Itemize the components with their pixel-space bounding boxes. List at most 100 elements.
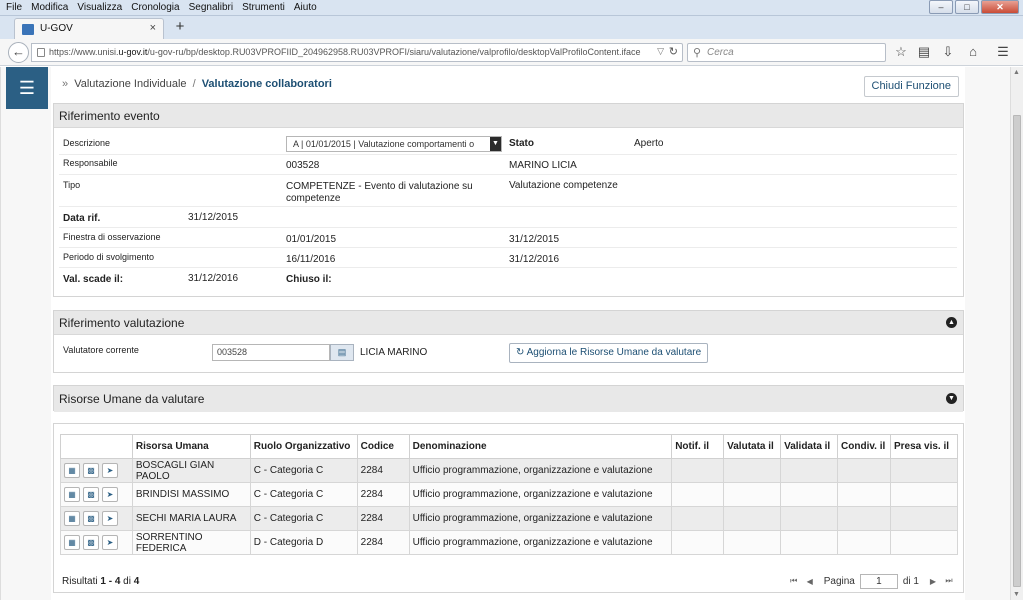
menu-strumenti[interactable]: Strumenti xyxy=(242,0,285,16)
refresh-resources-button[interactable]: ↻ Aggiorna le Risorse Umane da valutare xyxy=(509,343,709,363)
menu-visualizza[interactable]: Visualizza xyxy=(77,0,122,16)
window-close-button[interactable]: ✕ xyxy=(981,0,1019,14)
send-icon[interactable]: ➤ xyxy=(102,463,118,478)
resources-panel-header[interactable]: Risorse Umane da valutare ▼ xyxy=(54,386,963,412)
tab-title: U-GOV xyxy=(40,23,73,34)
results-total: 4 xyxy=(133,576,140,587)
menu-cronologia[interactable]: Cronologia xyxy=(131,0,179,16)
column-codice[interactable]: Codice xyxy=(356,434,410,459)
finestra-label: Finestra di osservazione xyxy=(63,232,161,242)
data-rif-label: Data rif. xyxy=(63,213,101,224)
arrow-left-icon: ← xyxy=(12,44,25,59)
url-bar[interactable]: https://www.unisi.u-gov.it/u-gov-ru/bp/d… xyxy=(31,43,683,62)
data-rif-value: 31/12/2015 xyxy=(188,212,239,223)
menu-aiuto[interactable]: Aiuto xyxy=(294,0,317,16)
cell-notif xyxy=(671,458,725,483)
reload-icon[interactable]: ↻ xyxy=(669,45,678,58)
cell-condiv xyxy=(837,506,891,531)
cell-valutata xyxy=(723,482,782,507)
vertical-scrollbar[interactable]: ▲ ▼ xyxy=(1010,67,1023,600)
cell-validata xyxy=(780,530,839,555)
search-bar[interactable]: ⚲ Cerca xyxy=(687,43,886,62)
cell-presa-vis xyxy=(890,530,958,555)
first-page-icon[interactable]: ⏮ xyxy=(786,576,802,586)
column-validata[interactable]: Validata il xyxy=(780,434,839,459)
breadcrumb-parent[interactable]: Valutazione Individuale xyxy=(74,78,186,90)
minimize-button[interactable]: – xyxy=(929,0,953,14)
cell-ruolo: D - Categoria D xyxy=(249,530,358,555)
evaluation-panel-title: Riferimento valutazione xyxy=(59,316,185,330)
valutatore-input[interactable]: 003528 xyxy=(212,344,330,361)
document-icon[interactable]: ▦ xyxy=(64,487,80,502)
table-row[interactable]: ▦ ▩ ➤ SECHI MARIA LAURA C - Categoria C 22… xyxy=(60,506,958,531)
resources-panel: Risorse Umane da valutare ▼ xyxy=(53,385,964,412)
prev-page-icon[interactable]: ◀ xyxy=(802,577,818,586)
menu-file[interactable]: File xyxy=(6,0,22,16)
hamburger-icon[interactable]: ☰ xyxy=(6,67,48,109)
last-page-icon[interactable]: ⏭ xyxy=(941,576,957,586)
responsabile-code: 003528 xyxy=(286,160,320,171)
results-to: 4 xyxy=(114,576,121,587)
table-row[interactable]: ▦ ▩ ➤ BRINDISI MASSIMO C - Categoria C 228… xyxy=(60,482,958,507)
expand-icon[interactable]: ▼ xyxy=(946,393,957,404)
close-function-button[interactable]: Chiudi Funzione xyxy=(863,76,959,97)
home-icon[interactable]: ⌂ xyxy=(965,44,981,60)
print-icon[interactable]: ▩ xyxy=(83,463,99,478)
document-icon[interactable]: ▦ xyxy=(64,511,80,526)
download-icon[interactable]: ⇩ xyxy=(940,44,956,60)
row-descrizione: Descrizione A | 01/01/2015 | Valutazione… xyxy=(59,133,957,155)
page-input[interactable]: 1 xyxy=(859,573,898,589)
star-icon[interactable]: ☆ xyxy=(893,44,909,60)
cell-notif xyxy=(671,482,725,507)
valutatore-name: LICIA MARINO xyxy=(360,347,428,358)
url-dropdown-icon[interactable]: ▽ xyxy=(657,46,664,57)
send-icon[interactable]: ➤ xyxy=(102,535,118,550)
column-denominazione[interactable]: Denominazione xyxy=(408,434,673,459)
reading-list-icon[interactable]: ▤ xyxy=(916,44,932,60)
back-button[interactable]: ← xyxy=(8,42,29,63)
print-icon[interactable]: ▩ xyxy=(83,535,99,550)
column-condiv[interactable]: Condiv. il xyxy=(837,434,891,459)
page-label: Pagina xyxy=(823,575,855,587)
column-presa-vis[interactable]: Presa vis. il xyxy=(890,434,958,459)
cell-ruolo: C - Categoria C xyxy=(249,506,358,531)
menu-modifica[interactable]: Modifica xyxy=(31,0,68,16)
column-valutata[interactable]: Valutata il xyxy=(723,434,782,459)
tab-close-icon[interactable]: × xyxy=(150,22,156,34)
table-row[interactable]: ▦ ▩ ➤ BOSCAGLI GIAN PAOLO C - Categoria C … xyxy=(60,458,958,483)
menu-segnalibri[interactable]: Segnalibri xyxy=(189,0,233,16)
send-icon[interactable]: ➤ xyxy=(102,511,118,526)
scroll-up-icon[interactable]: ▲ xyxy=(1013,69,1020,76)
resources-table: Risorsa Umana Ruolo Organizzativo Codice… xyxy=(60,434,958,555)
collapse-icon[interactable]: ▲ xyxy=(946,317,957,328)
descrizione-select[interactable]: A | 01/01/2015 | Valutazione comportamen… xyxy=(286,136,502,152)
evaluation-panel-header[interactable]: Riferimento valutazione ▲ xyxy=(54,311,963,335)
browser-tab[interactable]: U-GOV × xyxy=(14,18,164,40)
scroll-down-icon[interactable]: ▼ xyxy=(1013,591,1020,598)
cell-risorsa: SORRENTINO FEDERICA xyxy=(131,530,251,555)
next-page-icon[interactable]: ▶ xyxy=(925,577,941,586)
scrollbar-thumb[interactable] xyxy=(1013,115,1021,587)
menubar: File Modifica Visualizza Cronologia Segn… xyxy=(0,0,1023,16)
new-tab-button[interactable]: + xyxy=(172,18,188,36)
document-icon[interactable]: ▦ xyxy=(64,463,80,478)
maximize-button[interactable]: □ xyxy=(955,0,979,14)
document-icon[interactable]: ▦ xyxy=(64,535,80,550)
column-risorsa[interactable]: Risorsa Umana xyxy=(131,434,251,459)
column-ruolo[interactable]: Ruolo Organizzativo xyxy=(249,434,358,459)
table-row[interactable]: ▦ ▩ ➤ SORRENTINO FEDERICA D - Categoria D … xyxy=(60,530,958,555)
cell-presa-vis xyxy=(890,482,958,507)
row-actions: ▦ ▩ ➤ xyxy=(60,482,133,507)
valutatore-lookup-button[interactable]: ▤ xyxy=(330,344,354,361)
row-finestra: Finestra di osservazione 01/01/2015 31/1… xyxy=(59,228,957,248)
browser-menu-icon[interactable]: ☰ xyxy=(995,44,1011,60)
column-notif[interactable]: Notif. il xyxy=(671,434,725,459)
send-icon[interactable]: ➤ xyxy=(102,487,118,502)
main-content: » Valutazione Individuale / Valutazione … xyxy=(51,67,965,600)
print-icon[interactable]: ▩ xyxy=(83,511,99,526)
page: ☰ » Valutazione Individuale / Valutazion… xyxy=(0,67,1023,600)
cell-ruolo: C - Categoria C xyxy=(249,482,358,507)
refresh-resources-label: Aggiorna le Risorse Umane da valutare xyxy=(526,347,702,358)
row-actions: ▦ ▩ ➤ xyxy=(60,506,133,531)
print-icon[interactable]: ▩ xyxy=(83,487,99,502)
